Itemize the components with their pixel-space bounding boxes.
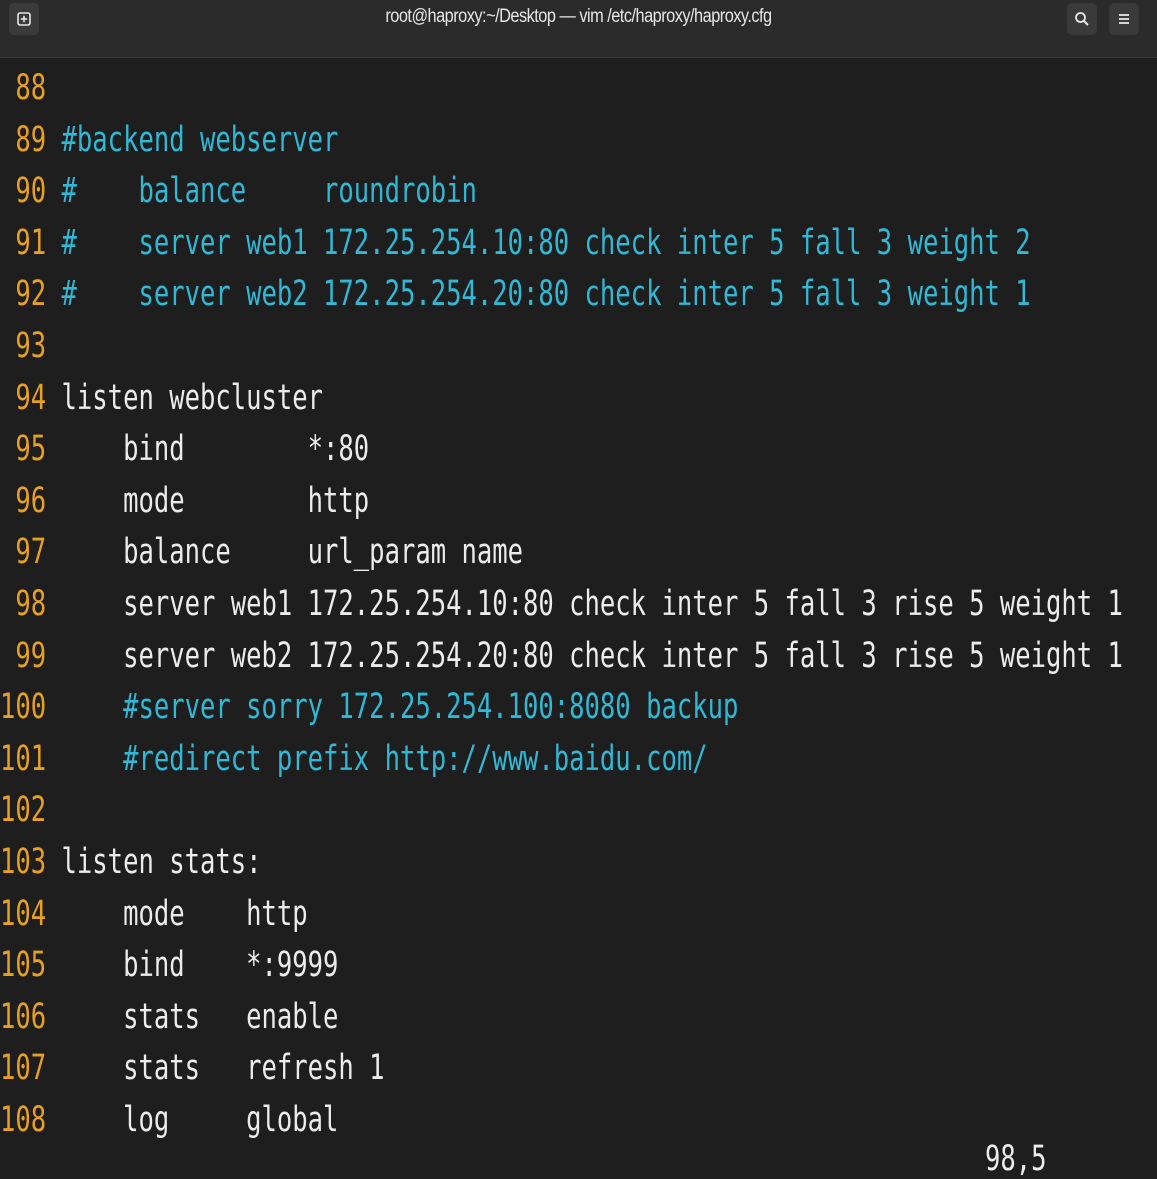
code-text: log global (61, 1100, 339, 1140)
code-line[interactable]: 104 mode http (0, 888, 308, 940)
code-text: mode http (61, 893, 308, 934)
search-button[interactable] (1067, 3, 1097, 35)
search-icon (1075, 12, 1089, 26)
code-line[interactable]: 101 #redirect prefix http://www.baidu.co… (0, 733, 708, 785)
comment-text: #backend webserver (61, 119, 339, 160)
code-line[interactable]: 96 mode http (0, 475, 369, 527)
code-line[interactable]: 88 (0, 62, 62, 114)
code-line[interactable]: 94 listen webcluster (0, 372, 323, 424)
code-line[interactable]: 106 stats enable (0, 991, 338, 1043)
code-text: mode http (61, 480, 370, 521)
code-line[interactable]: 89 #backend webserver (0, 114, 338, 166)
code-line[interactable]: 108 log global (0, 1094, 338, 1146)
line-number: 88 (0, 68, 47, 108)
line-number: 102 (0, 790, 47, 831)
line-number: 92 (0, 274, 47, 315)
window-title: root@haproxy:~/Desktop — vim /etc/haprox… (385, 6, 772, 27)
line-number: 106 (0, 996, 47, 1037)
code-text: bind *:9999 (61, 945, 339, 986)
comment-text: #redirect prefix http://www.baidu.com/ (61, 738, 708, 779)
line-number: 96 (0, 480, 47, 521)
title-bar: root@haproxy:~/Desktop — vim /etc/haprox… (0, 0, 1157, 58)
code-line[interactable]: 102 (0, 784, 62, 836)
code-line[interactable]: 105 bind *:9999 (0, 939, 338, 991)
line-number: 100 (0, 687, 47, 728)
line-number: 104 (0, 893, 47, 934)
code-text: balance url_param name (61, 532, 524, 573)
code-line[interactable]: 107 stats refresh 1 (0, 1042, 385, 1094)
code-text: listen stats: (61, 842, 262, 882)
line-number: 97 (0, 532, 47, 573)
hamburger-menu-icon (1119, 14, 1129, 24)
comment-text: #server sorry 172.25.254.100:8080 backup (61, 687, 739, 728)
line-number: 95 (0, 429, 47, 470)
comment-text: # balance roundrobin (61, 171, 477, 212)
line-number: 89 (0, 119, 47, 160)
line-number: 108 (0, 1100, 47, 1140)
code-text: server web1 172.25.254.10:80 check inter… (61, 584, 1123, 624)
code-line[interactable]: 103 listen stats: (0, 836, 262, 888)
code-line[interactable]: 97 balance url_param name (0, 526, 523, 578)
code-text: server web2 172.25.254.20:80 check inter… (61, 635, 1123, 676)
menu-button[interactable] (1109, 3, 1139, 35)
line-number: 105 (0, 945, 47, 986)
code-line[interactable]: 93 (0, 320, 62, 372)
code-line[interactable]: 92 # server web2 172.25.254.20:80 check … (0, 268, 1031, 320)
code-line[interactable]: 100 #server sorry 172.25.254.100:8080 ba… (0, 681, 738, 733)
code-text: listen webcluster (61, 377, 324, 418)
line-number: 103 (0, 842, 47, 882)
vim-editor[interactable]: 88 89 #backend webserver 90 # balance ro… (0, 62, 1157, 1162)
code-line[interactable]: 90 # balance roundrobin (0, 165, 477, 217)
code-text: bind *:80 (61, 429, 370, 470)
code-line[interactable]: 98 server web1 172.25.254.10:80 check in… (0, 578, 1123, 630)
comment-text: # server web1 172.25.254.10:80 check int… (61, 222, 1031, 263)
line-number: 107 (0, 1048, 47, 1089)
code-text: stats refresh 1 (61, 1048, 385, 1089)
line-number: 99 (0, 635, 47, 676)
line-number: 91 (0, 222, 47, 263)
line-number: 90 (0, 171, 47, 212)
code-line[interactable]: 99 server web2 172.25.254.20:80 check in… (0, 630, 1123, 682)
new-tab-button[interactable] (9, 3, 39, 35)
line-number: 101 (0, 738, 47, 779)
code-text: stats enable (61, 996, 339, 1037)
line-number: 93 (0, 326, 47, 366)
cursor-position: 98,5 (985, 1139, 1047, 1179)
code-line[interactable]: 95 bind *:80 (0, 423, 369, 475)
comment-text: # server web2 172.25.254.20:80 check int… (61, 274, 1031, 315)
new-tab-icon (17, 12, 31, 26)
line-number: 94 (0, 377, 47, 418)
code-line[interactable]: 91 # server web1 172.25.254.10:80 check … (0, 217, 1031, 269)
line-number: 98 (0, 584, 47, 624)
